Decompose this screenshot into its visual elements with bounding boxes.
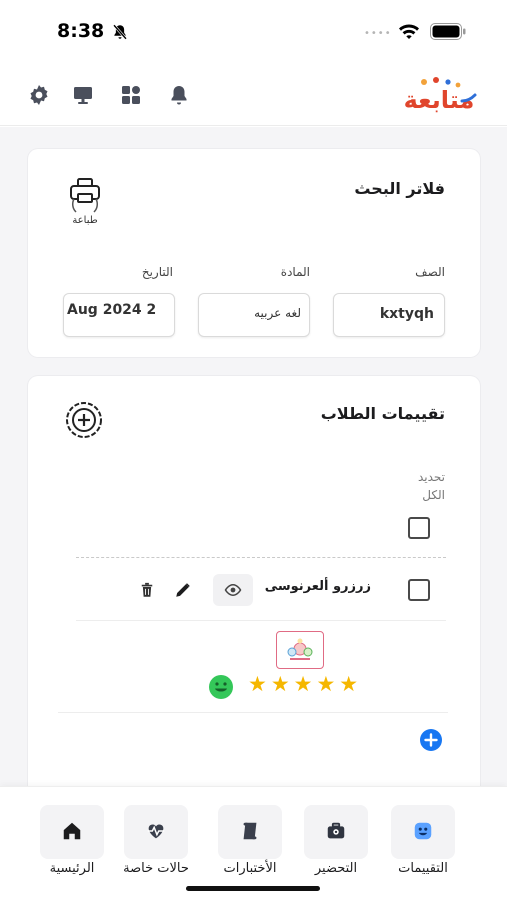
emoji-group-icon: [287, 638, 313, 660]
smile-icon: [209, 675, 233, 699]
subject-field[interactable]: لغه عربيه: [198, 293, 310, 337]
evaluation-image[interactable]: [276, 631, 324, 669]
silent-bell-icon: [113, 24, 127, 40]
print-button[interactable]: طباعة: [64, 177, 104, 227]
class-label: الصف: [415, 265, 445, 279]
monitor-icon[interactable]: [71, 83, 95, 107]
evaluations-card: تقييمات الطلاب تحديد الكل زرزرو ألعرنوسى: [28, 376, 480, 796]
add-row-icon[interactable]: [419, 728, 443, 752]
row-divider: [76, 620, 446, 621]
grid-icon[interactable]: [119, 83, 143, 107]
nav-tile-exams: [218, 805, 282, 859]
class-field[interactable]: kxtyqh: [333, 293, 445, 337]
nav-item-home[interactable]: الرئيسية: [30, 805, 114, 885]
nav-tile-preparation: [304, 805, 368, 859]
filters-title: فلاتر البحث: [354, 179, 445, 198]
student-checkbox[interactable]: [408, 579, 430, 601]
date-label: التاريخ: [141, 265, 173, 279]
gear-icon[interactable]: [27, 83, 51, 107]
nav-item-special-cases[interactable]: حالات خاصة: [114, 805, 198, 885]
print-label: طباعة: [72, 215, 98, 226]
nav-label-exams: الأختبارات: [223, 861, 277, 876]
eye-icon: [224, 583, 242, 597]
select-all-label: تحديد الكل: [417, 470, 445, 502]
nav-item-evaluations[interactable]: التقييمات: [381, 805, 465, 885]
nav-item-exams[interactable]: الأختبارات: [208, 805, 292, 885]
status-time: 8:38: [57, 20, 105, 42]
app-header: متابعة: [0, 64, 507, 126]
nav-item-preparation[interactable]: التحضير: [294, 805, 378, 885]
star-rating[interactable]: ★★★★★: [248, 672, 362, 696]
smiley-icon: [414, 822, 432, 840]
scroll-icon: [243, 822, 257, 840]
printer-icon: [70, 178, 100, 213]
home-indicator: [186, 886, 320, 891]
nav-label-special-cases: حالات خاصة: [123, 861, 189, 876]
battery-icon: [430, 23, 466, 40]
pencil-icon[interactable]: [174, 581, 192, 599]
heartbeat-icon: [147, 824, 165, 839]
home-icon: [63, 822, 81, 840]
student-name: زرزرو ألعرنوسى: [264, 579, 371, 594]
class-value: kxtyqh: [379, 306, 434, 322]
subject-value: لغه عربيه: [254, 306, 301, 320]
divider-dashed: [76, 557, 446, 558]
subject-label: المادة: [280, 265, 310, 279]
status-bar: 8:38 ••••: [0, 0, 507, 64]
evaluations-title: تقييمات الطلاب: [320, 404, 445, 423]
nav-label-evaluations: التقييمات: [398, 861, 448, 876]
section-divider: [58, 712, 448, 713]
briefcase-icon: [327, 822, 345, 839]
add-evaluation-icon[interactable]: [64, 400, 104, 440]
nav-tile-special-cases: [124, 805, 188, 859]
view-button[interactable]: [213, 574, 253, 606]
wifi-icon: [399, 24, 419, 39]
date-value: Aug 2024 2: [67, 302, 157, 318]
date-field[interactable]: Aug 2024 2: [63, 293, 175, 337]
select-all-checkbox[interactable]: [408, 517, 430, 539]
signal-dots: ••••: [364, 28, 392, 39]
trash-icon[interactable]: [138, 581, 156, 599]
nav-tile-home: [40, 805, 104, 859]
bottom-nav: الرئيسية حالات خاصة الأختبارات التحضير ا…: [0, 786, 507, 900]
nav-tile-evaluations: [391, 805, 455, 859]
filters-card: فلاتر البحث طباعة الصف المادة التاريخ kx…: [28, 149, 480, 357]
bell-icon[interactable]: [167, 83, 191, 107]
page-content: فلاتر البحث طباعة الصف المادة التاريخ kx…: [0, 127, 507, 796]
nav-label-preparation: التحضير: [314, 861, 358, 876]
brand-logo: متابعة: [404, 77, 477, 114]
